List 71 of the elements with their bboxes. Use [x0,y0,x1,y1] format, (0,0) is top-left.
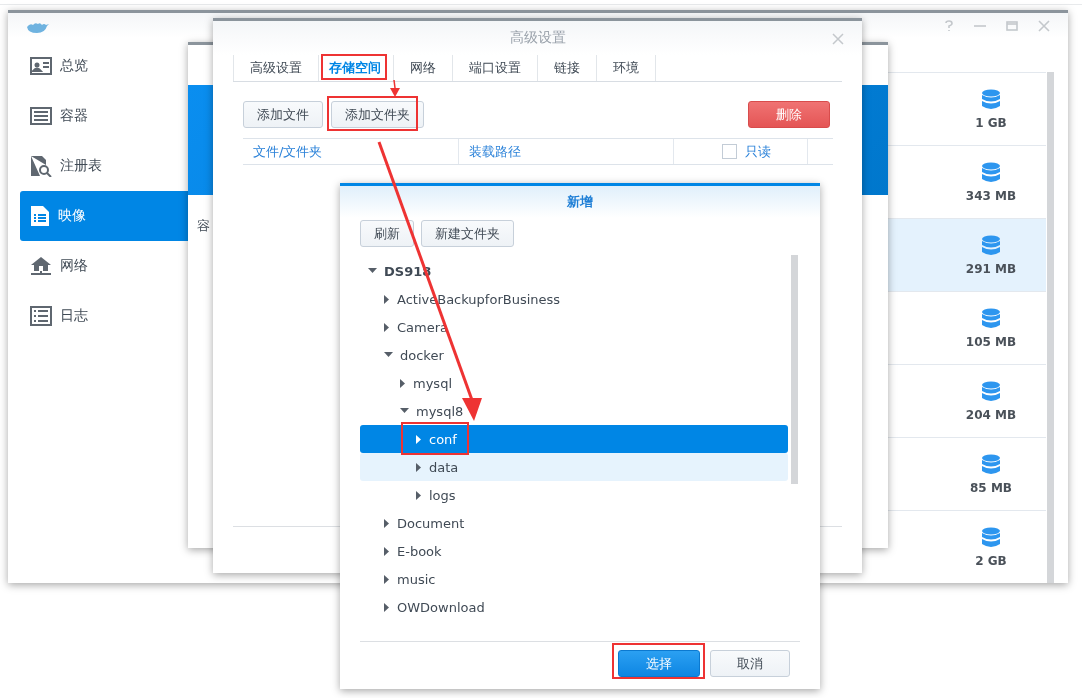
tab[interactable]: 环境 [597,55,656,81]
collapsed-caret-icon [416,462,422,472]
collapsed-caret-icon [384,546,390,556]
database-icon [981,307,1001,330]
help-icon[interactable] [944,19,954,32]
add-file-button[interactable]: 添加文件 [243,101,323,128]
tree-item[interactable]: conf [360,425,788,453]
size-label: 291 MB [965,261,1017,276]
network-home-icon [30,256,52,276]
close-icon[interactable] [1038,19,1050,32]
database-icon [981,526,1001,549]
column-header: 只读 [745,142,771,161]
scrollbar[interactable] [791,255,798,484]
database-icon [981,234,1001,257]
tree-item[interactable]: docker [360,341,788,369]
column-header: 文件/文件夹 [243,139,459,164]
maximize-icon[interactable] [1006,20,1018,31]
log-list-icon [30,306,52,326]
collapsed-caret-icon [416,434,422,444]
highlight-frame [401,422,469,455]
annotation-arrow [390,79,400,97]
tab[interactable]: 高级设置 [233,55,319,81]
cancel-button[interactable]: 取消 [710,650,790,677]
document-icon [30,205,50,227]
database-icon [981,88,1001,111]
tree-item[interactable]: logs [360,481,788,509]
id-card-icon [30,57,52,75]
refresh-button[interactable]: 刷新 [360,220,414,247]
size-label: 85 MB [970,480,1012,495]
database-icon [981,453,1001,476]
size-label: 105 MB [965,334,1017,349]
tree-item[interactable]: mysql [360,369,788,397]
dialog-title: 新增 [567,193,593,211]
add-folder-button[interactable]: 添加文件夹 [331,101,424,128]
tab[interactable]: 网络 [394,55,453,81]
tree-item[interactable]: mysql8 [360,397,788,425]
column-header: 装载路径 [459,139,674,164]
collapsed-caret-icon [384,518,390,528]
tab[interactable]: 链接 [538,55,597,81]
collapsed-caret-icon [384,294,390,304]
expanded-caret-icon [368,268,377,274]
sidebar-item[interactable]: 日志 [20,291,247,341]
collapsed-caret-icon [384,574,390,584]
expanded-caret-icon [384,352,393,358]
tab[interactable]: 端口设置 [453,55,538,81]
readonly-checkbox[interactable] [722,144,737,159]
new-folder-button[interactable]: 新建文件夹 [421,220,514,247]
database-icon [981,161,1001,184]
tree-item[interactable]: music [360,565,788,593]
size-label: 1 GB [975,115,1007,130]
tree-item[interactable]: Document [360,509,788,537]
collapsed-caret-icon [416,490,422,500]
size-label: 204 MB [965,407,1017,422]
sidebar-item[interactable]: 网络 [20,241,247,291]
close-icon[interactable] [832,33,844,45]
expanded-caret-icon [400,408,409,414]
collapsed-caret-icon [384,322,390,332]
dialog-title: 高级设置 [509,29,566,47]
document-search-icon [30,155,52,177]
tree-item[interactable]: E-book [360,537,788,565]
collapsed-caret-icon [384,602,390,612]
collapsed-caret-icon [400,378,406,388]
field-label: 容 [197,217,210,235]
highlight-frame [321,54,387,80]
database-icon [981,380,1001,403]
scrollbar[interactable] [1047,72,1054,583]
list-icon [30,107,52,125]
tree-item[interactable]: OWDownload [360,593,788,621]
tree-item[interactable]: data [360,453,788,481]
size-label: 343 MB [965,188,1017,203]
size-label: 2 GB [975,553,1007,568]
